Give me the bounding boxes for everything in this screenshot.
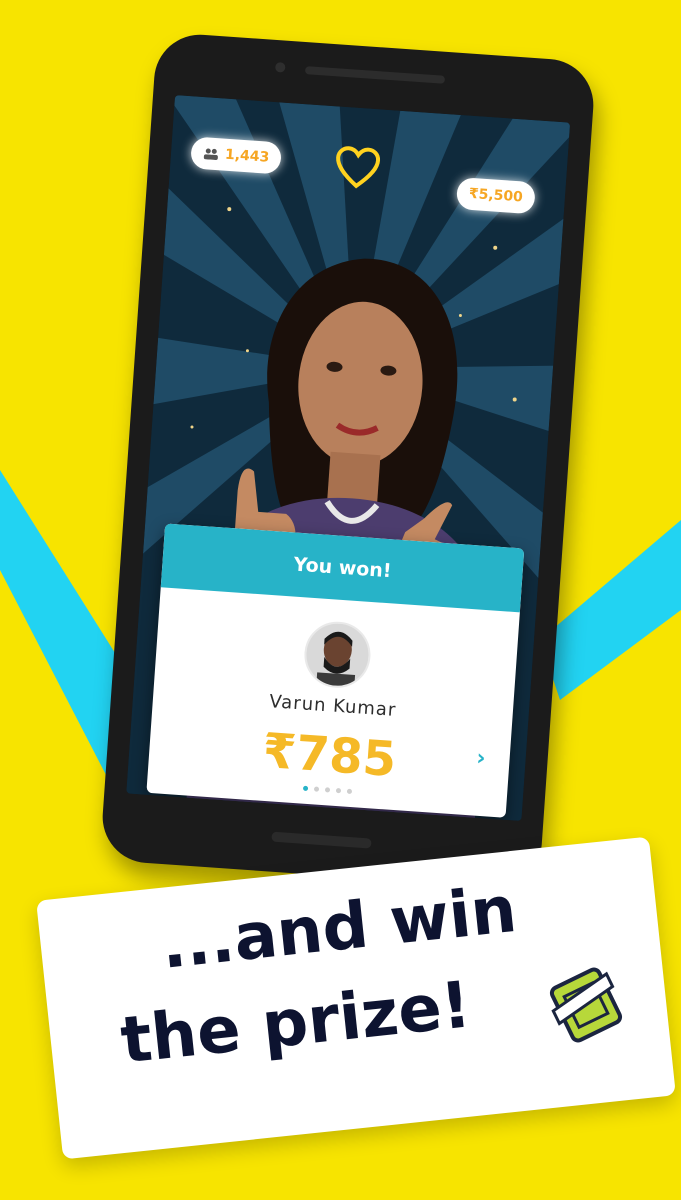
pagination-dot[interactable] [335, 787, 341, 794]
viewer-count: 1,443 [224, 146, 270, 166]
pagination-dot[interactable] [302, 785, 308, 791]
winner-avatar-image [304, 621, 371, 689]
pagination-dot[interactable] [346, 788, 352, 795]
winner-card: You won! Varun Kumar ₹785 › [146, 523, 525, 818]
viewers-icon [203, 148, 218, 161]
home-bar [271, 831, 372, 849]
ticket-icon [549, 967, 623, 1043]
prize-amount: ₹785 [260, 722, 399, 789]
chevron-right-icon[interactable]: › [476, 746, 487, 772]
pagination-dot[interactable] [313, 786, 319, 792]
prize-pool: ₹5,500 [468, 185, 524, 206]
caption-line-1: ...and win [157, 872, 520, 984]
viewer-count-badge: 1,443 [190, 136, 283, 175]
phone-frame: 1,443 ₹5,500 You won! Varun Kumar ₹785 › [99, 31, 597, 891]
avatar [302, 619, 373, 690]
phone-screen: 1,443 ₹5,500 You won! Varun Kumar ₹785 › [126, 95, 571, 821]
heart-icon[interactable] [333, 144, 382, 191]
caption-line-2: the prize! [117, 968, 475, 1079]
speaker [304, 66, 446, 84]
camera [274, 61, 286, 73]
pagination-dot[interactable] [324, 787, 330, 793]
